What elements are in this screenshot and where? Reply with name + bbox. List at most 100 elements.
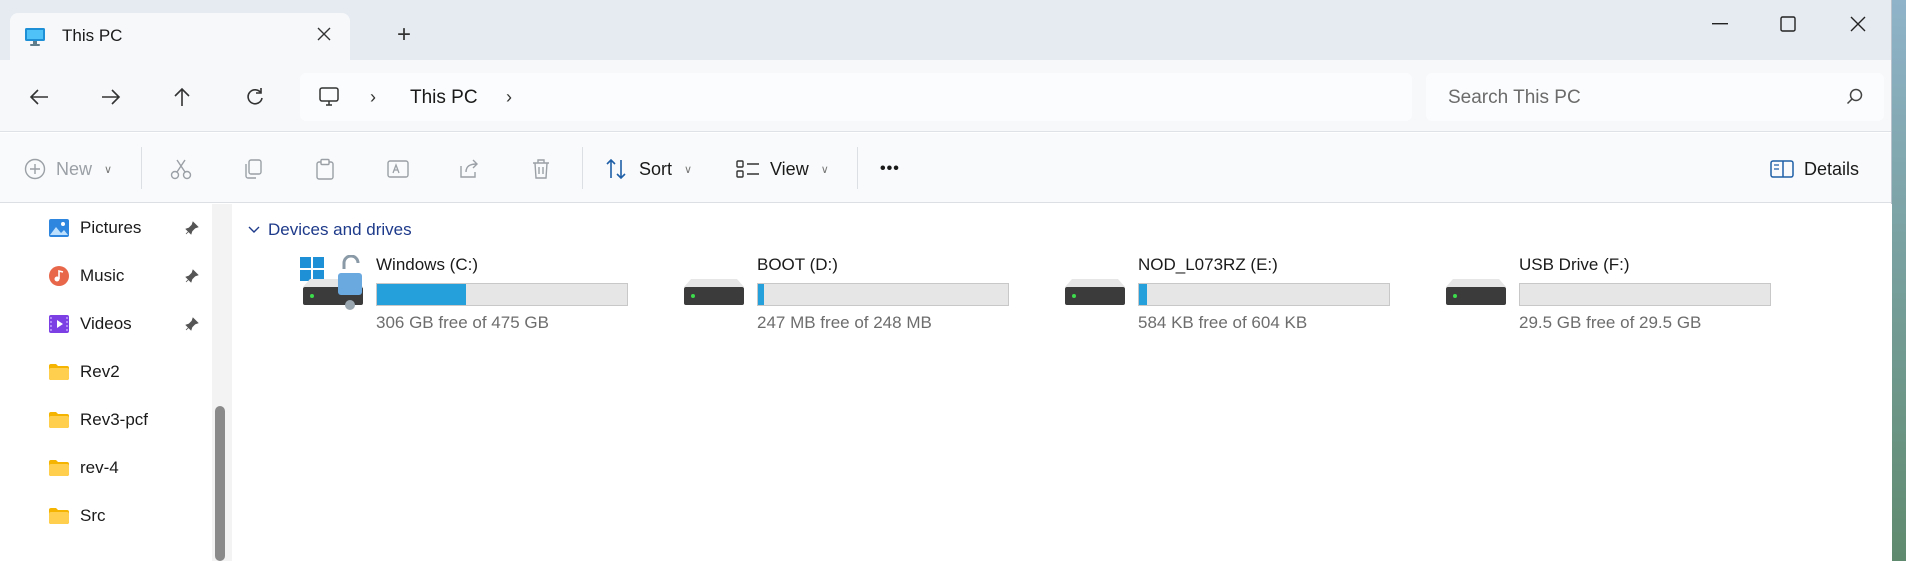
share-button[interactable] xyxy=(458,155,480,183)
sidebar-item-label: Pictures xyxy=(80,218,142,237)
drive-usage-bar xyxy=(376,283,628,306)
videos-icon xyxy=(48,313,70,335)
drive-name: NOD_L073RZ (E:) xyxy=(1138,255,1278,274)
chevron-down-icon: ∨ xyxy=(684,163,693,176)
trash-icon xyxy=(533,159,549,179)
sort-button[interactable]: Sort ∨ xyxy=(605,155,692,183)
drive-f[interactable]: USB Drive (F:) 29.5 GB free of 29.5 GB xyxy=(1443,255,1803,335)
drive-usage-bar xyxy=(1519,283,1771,306)
search-box[interactable]: Search This PC xyxy=(1426,73,1884,121)
search-icon[interactable] xyxy=(1846,88,1864,111)
view-list-icon xyxy=(736,160,759,178)
maximize-icon xyxy=(1780,16,1796,32)
sidebar-item-label: Videos xyxy=(80,314,132,333)
drive-usage-fill xyxy=(377,284,466,305)
maximize-button[interactable] xyxy=(1758,6,1818,42)
navigation-pane: Pictures Music Videos Rev2 Rev3-pcf rev-… xyxy=(0,204,212,561)
chevron-right-icon[interactable]: › xyxy=(506,87,512,108)
close-window-button[interactable] xyxy=(1828,6,1888,42)
sidebar-item-pictures[interactable]: Pictures xyxy=(48,213,141,243)
sidebar-item-label: Music xyxy=(80,266,125,285)
more-icon: ••• xyxy=(880,160,900,177)
sidebar-item-label: Rev3-pcf xyxy=(80,410,149,429)
chevron-down-icon xyxy=(248,226,260,233)
sidebar-item-videos[interactable]: Videos xyxy=(48,309,132,339)
more-options-button[interactable]: ••• xyxy=(880,155,900,183)
drive-free-space: 247 MB free of 248 MB xyxy=(757,313,932,332)
command-bar: New ∨ Sort ∨ View ∨ ••• Details xyxy=(0,133,1891,203)
pin-icon[interactable] xyxy=(185,221,199,235)
chevron-down-icon: ∨ xyxy=(104,163,113,176)
share-icon xyxy=(460,159,478,178)
drive-c[interactable]: Windows (C:) 306 GB free of 475 GB xyxy=(300,254,660,335)
minimize-button[interactable] xyxy=(1690,6,1750,42)
title-bar: This PC + xyxy=(0,0,1891,60)
back-button[interactable] xyxy=(24,82,54,112)
view-button[interactable]: View ∨ xyxy=(736,155,829,183)
arrow-right-icon xyxy=(102,89,121,105)
up-button[interactable] xyxy=(167,82,197,112)
sidebar-item-music[interactable]: Music xyxy=(48,261,124,291)
tab-this-pc[interactable]: This PC xyxy=(10,13,350,60)
divider xyxy=(582,147,583,189)
drive-d[interactable]: BOOT (D:) 247 MB free of 248 MB xyxy=(681,255,1041,335)
rename-button[interactable] xyxy=(386,155,410,183)
computer-icon xyxy=(318,86,340,113)
chevron-down-icon: ∨ xyxy=(820,163,829,176)
sidebar-scrollbar-thumb[interactable] xyxy=(215,406,225,561)
drive-e[interactable]: NOD_L073RZ (E:) 584 KB free of 604 KB xyxy=(1062,255,1422,335)
drive-icon xyxy=(681,255,747,315)
group-title: Devices and drives xyxy=(268,220,412,239)
forward-button[interactable] xyxy=(96,82,126,112)
chevron-right-icon[interactable]: › xyxy=(370,87,376,108)
refresh-button[interactable] xyxy=(240,82,270,112)
sidebar-item-src[interactable]: Src xyxy=(48,501,106,531)
sidebar-item-label: Src xyxy=(80,506,106,525)
music-icon xyxy=(48,265,70,287)
navigation-bar: › This PC › Search This PC xyxy=(0,60,1891,132)
sidebar-item-rev2[interactable]: Rev2 xyxy=(48,357,120,387)
pin-icon[interactable] xyxy=(185,269,199,283)
sidebar-item-label: Rev2 xyxy=(80,362,120,381)
pin-icon[interactable] xyxy=(185,317,199,331)
close-tab-icon[interactable] xyxy=(314,25,334,45)
group-header-devices[interactable]: Devices and drives xyxy=(248,220,412,240)
view-label: View xyxy=(770,158,809,179)
drive-name: Windows (C:) xyxy=(376,255,479,274)
delete-button[interactable] xyxy=(531,155,551,183)
minimize-icon xyxy=(1712,23,1728,25)
pictures-icon xyxy=(48,217,70,239)
sort-label: Sort xyxy=(639,158,673,179)
folder-icon xyxy=(48,457,70,479)
sidebar-item-rev3-pcf[interactable]: Rev3-pcf xyxy=(48,405,148,435)
paste-button[interactable] xyxy=(314,155,336,183)
folder-icon xyxy=(48,409,70,431)
address-bar[interactable]: › This PC › xyxy=(300,73,1412,121)
new-button[interactable]: New ∨ xyxy=(24,155,112,183)
close-icon xyxy=(1850,16,1866,32)
sidebar-item-rev-4[interactable]: rev-4 xyxy=(48,453,119,483)
file-explorer-window: This PC + › This PC › Search This PC New… xyxy=(0,0,1892,561)
arrow-up-icon xyxy=(174,87,190,106)
details-label: Details xyxy=(1804,158,1860,179)
folder-icon xyxy=(48,361,70,383)
sidebar-item-label: rev-4 xyxy=(80,458,119,477)
copy-button[interactable] xyxy=(242,155,264,183)
drive-icon xyxy=(1443,255,1509,315)
drive-usage-fill xyxy=(1139,284,1148,305)
details-button[interactable]: Details xyxy=(1770,155,1859,183)
drive-usage-fill xyxy=(758,284,765,305)
divider xyxy=(141,147,142,189)
refresh-icon xyxy=(247,88,263,105)
breadcrumb-this-pc[interactable]: This PC xyxy=(410,87,478,109)
cut-button[interactable] xyxy=(170,155,192,183)
arrow-left-icon xyxy=(29,89,48,105)
plus-circle-icon xyxy=(24,158,46,180)
tab-title: This PC xyxy=(62,26,123,45)
details-pane-icon xyxy=(1770,160,1794,178)
new-tab-button[interactable]: + xyxy=(392,23,416,48)
drive-name: USB Drive (F:) xyxy=(1519,255,1630,274)
new-label: New xyxy=(56,158,93,179)
search-input[interactable]: Search This PC xyxy=(1448,87,1581,109)
drive-free-space: 29.5 GB free of 29.5 GB xyxy=(1519,313,1702,332)
